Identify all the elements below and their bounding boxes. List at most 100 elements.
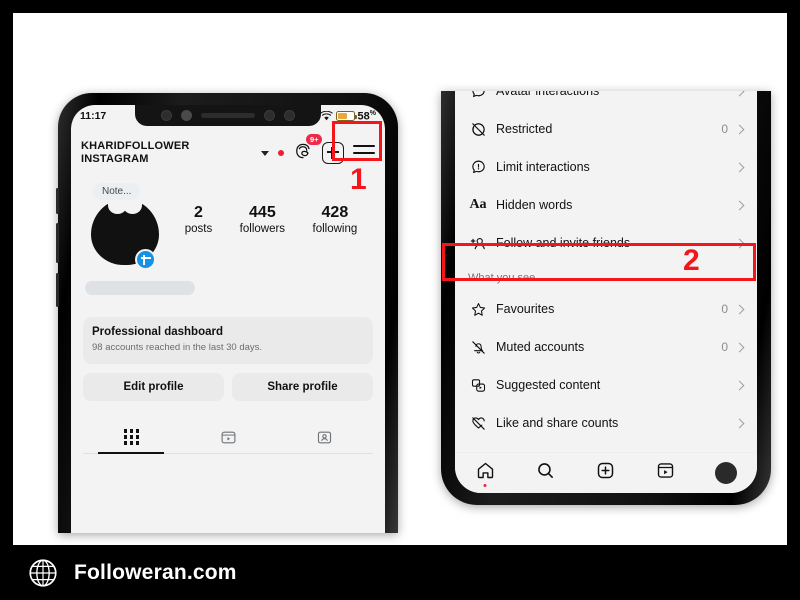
avatar-container[interactable]: Note... [85,181,171,270]
left-phone-mockup: 11:17 58% KHARIDFOLLOWER INSTAGRAM 9+ No… [56,93,398,533]
settings-row-limit-interactions[interactable]: Limit interactions [455,148,757,186]
hidden-words-icon: Aa [469,197,487,212]
settings-row-label: Limit interactions [496,160,590,174]
chevron-down-icon[interactable] [261,150,269,156]
settings-row-suggested-content[interactable]: Suggested content [455,366,757,404]
nav-home-button[interactable] [475,460,496,487]
professional-dashboard-card[interactable]: Professional dashboard 98 accounts reach… [83,317,373,364]
tab-tagged[interactable] [276,421,373,453]
chevron-right-icon [734,91,745,96]
settings-row-favourites[interactable]: Favourites 0 [455,290,757,328]
like-share-counts-icon [467,415,489,432]
settings-row-label: Avatar interactions [496,91,600,98]
status-bar: 11:17 58% [71,105,385,127]
tagged-icon [318,431,332,443]
battery-percent-value: 58 [357,110,370,123]
username-line-1: KHARIDFOLLOWER [81,140,190,152]
settings-row-label: Favourites [496,302,555,316]
stat-followers-label: followers [239,223,286,235]
profile-username[interactable]: KHARIDFOLLOWER INSTAGRAM [81,140,190,166]
star-icon [467,301,489,318]
settings-row-label: Hidden words [496,198,573,212]
chevron-right-icon [734,124,745,134]
stat-following[interactable]: 428 following [313,203,358,237]
left-phone-screen: 11:17 58% KHARIDFOLLOWER INSTAGRAM 9+ No… [71,105,385,533]
chevron-right-icon [734,162,745,172]
annotation-number-2: 2 [683,244,700,277]
profile-stats-row: Note... 2 posts 445 followers 428 follow… [71,181,385,270]
right-phone-mockup: Avatar interactions Restricted 0 Limit i… [441,91,771,505]
profile-avatar-icon[interactable] [715,462,738,484]
settings-row-hidden-words[interactable]: Aa Hidden words [455,186,757,224]
stat-following-value: 428 [321,204,349,221]
create-icon [597,462,614,479]
wifi-icon [319,110,333,120]
search-icon [537,463,553,478]
section-header-what-you-see: What you see [468,272,536,284]
settings-row-like-and-share-counts[interactable]: Like and share counts [455,404,757,442]
phone-side-button-volume-down [56,223,59,263]
white-content-plate: 11:17 58% KHARIDFOLLOWER INSTAGRAM 9+ No… [13,13,787,545]
nav-create-button[interactable] [595,460,616,486]
brand-name: Followeran.com [74,560,237,584]
note-bubble[interactable]: Note... [93,183,141,200]
stat-posts-value: 2 [194,204,203,221]
home-icon [477,462,493,479]
nav-search-button[interactable] [535,460,556,486]
settings-row-restricted[interactable]: Restricted 0 [455,110,757,148]
settings-row-muted-accounts[interactable]: Muted accounts 0 [455,328,757,366]
threads-button[interactable]: 9+ [293,133,322,166]
battery-percent-symbol: % [369,109,376,117]
chevron-right-icon [734,380,745,390]
phone-side-button-volume-up [56,188,59,214]
edit-profile-button[interactable]: Edit profile [83,373,224,401]
status-indicators: 58% [319,110,376,123]
professional-dashboard-subtitle: 98 accounts reached in the last 30 days. [92,342,263,353]
header-icons: 9+ [261,133,375,166]
phone-side-button-power [56,273,59,307]
tab-grid[interactable] [83,421,180,454]
status-time: 11:17 [80,110,107,122]
reels-icon [657,463,674,478]
profile-tab-bar [83,421,373,454]
stat-posts-label: posts [184,223,213,235]
profile-header: KHARIDFOLLOWER INSTAGRAM 9+ [71,131,385,175]
settings-row-follow-and-invite-friends[interactable]: Follow and invite friends [455,224,757,262]
footer-branding-bar: Followeran.com [0,545,800,600]
settings-list: Avatar interactions Restricted 0 Limit i… [455,91,757,453]
reels-icon [221,431,235,443]
nav-reels-button[interactable] [655,460,676,486]
stat-following-label: following [312,223,358,235]
grid-icon [123,429,140,445]
stat-columns: 2 posts 445 followers 428 following [171,181,371,237]
chevron-right-icon [734,200,745,210]
chevron-right-icon [734,418,745,428]
muted-icon [467,339,489,356]
hamburger-menu-icon[interactable] [353,145,375,161]
screenshot-canvas: 11:17 58% KHARIDFOLLOWER INSTAGRAM 9+ No… [0,0,800,600]
stat-followers-value: 445 [249,204,276,221]
bottom-navigation-bar [455,452,757,493]
suggested-content-icon [467,377,489,394]
limit-interactions-icon [467,159,489,176]
plus-badge-icon[interactable] [135,249,156,270]
profile-action-buttons: Edit profile Share profile [83,373,373,401]
settings-row-label: Like and share counts [496,416,619,430]
red-dot-icon [278,150,284,156]
settings-row-label: Restricted [496,122,553,136]
settings-row-label: Muted accounts [496,340,585,354]
share-profile-button[interactable]: Share profile [232,373,373,401]
battery-percent: 58% [358,110,376,123]
globe-icon [29,558,57,587]
stat-followers[interactable]: 445 followers [240,203,285,237]
tab-reels[interactable] [180,421,277,453]
home-notification-dot [483,484,487,487]
settings-row-avatar-interactions[interactable]: Avatar interactions [455,91,757,110]
display-name-placeholder [85,281,195,295]
chevron-right-icon [734,304,745,314]
stat-posts[interactable]: 2 posts [185,203,213,237]
restricted-icon [467,121,489,138]
plus-square-icon[interactable] [322,142,344,164]
settings-row-label: Suggested content [496,378,601,392]
battery-icon [335,111,357,121]
